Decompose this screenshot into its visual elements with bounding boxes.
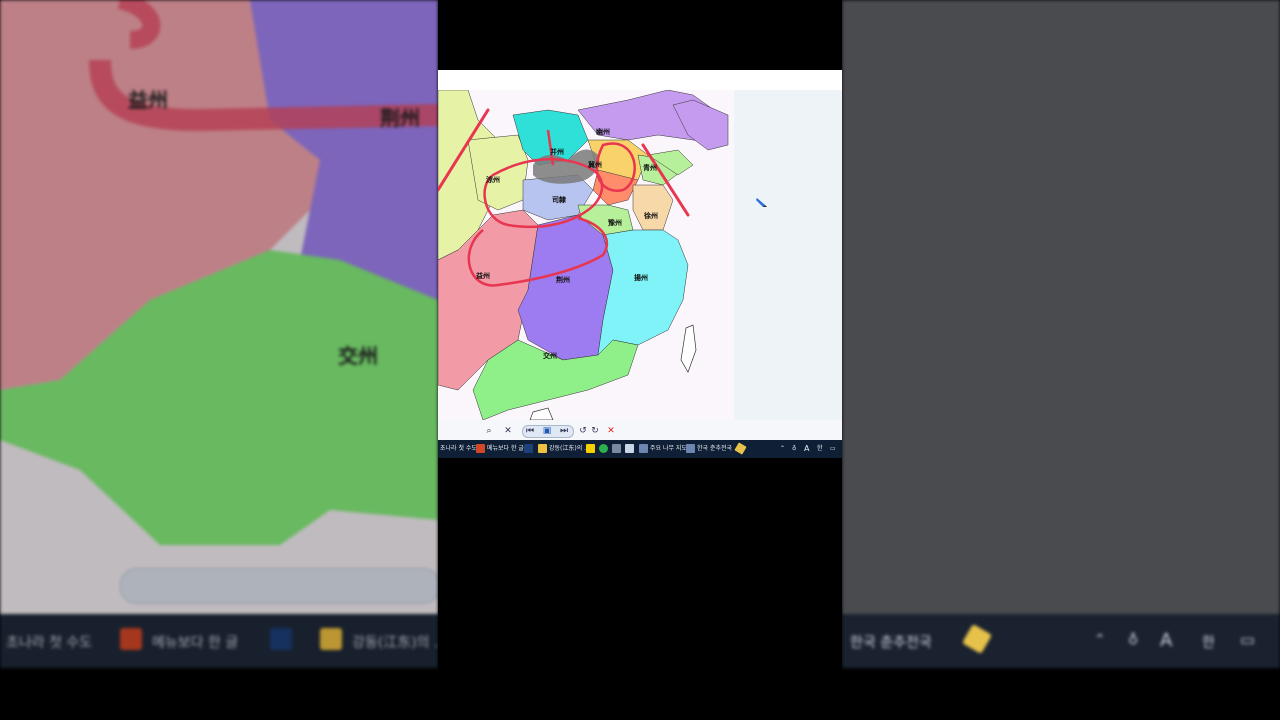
taskbar-item-folder[interactable]: 강동(江东)의 ... [549, 440, 590, 458]
blurred-background-left: 益州 荆州 交州 초나라 첫 수도 메뉴보다 한 글 강동(江东)의 ... [0, 0, 438, 668]
photoshop-icon[interactable] [524, 444, 533, 453]
chevron-up-icon[interactable]: ⌃ [780, 440, 785, 458]
previous-icon[interactable]: ⏮ [524, 424, 536, 438]
label-yizhou: 益州 [476, 271, 490, 280]
label-sili: 司隸 [552, 195, 567, 204]
network-icon[interactable]: ▭ [830, 440, 836, 458]
taskbar-item-window2[interactable]: 한국 춘추전국 [697, 440, 732, 458]
image-viewer-icon[interactable] [625, 444, 634, 453]
window-title-strip [438, 70, 842, 91]
lang-indicator[interactable]: 한 [817, 440, 823, 458]
pen-cursor-icon [756, 198, 767, 207]
blurred-ime-indicator: A [1160, 630, 1173, 651]
viewer-empty-area [734, 90, 842, 420]
blurred-network-icon: ▭ [1240, 630, 1256, 649]
blurred-taskbar-window2: 한국 춘추전국 [850, 635, 932, 651]
label-yuzhou: 豫州 [608, 218, 622, 227]
blurred-microphone-icon: ♁ [1128, 632, 1139, 648]
pen-icon[interactable] [734, 442, 747, 455]
blurred-background-right: 한국 춘추전국 ⌃ ♁ A 한 ▭ [842, 0, 1280, 668]
chat-app-icon[interactable] [599, 444, 608, 453]
region-yangzhou [597, 229, 689, 356]
document-icon[interactable] [612, 444, 621, 453]
rotate-left-icon[interactable]: ↺ [578, 424, 588, 438]
china-map: 幽州 并州 涼州 冀州 青州 司隸 豫州 徐州 益州 荆州 揚州 交州 [438, 89, 729, 421]
taskbar-item-ppt[interactable]: 메뉴보다 한 글 [487, 440, 524, 458]
delete-icon[interactable]: ✕ [606, 424, 616, 438]
microphone-icon[interactable]: ♁ [792, 440, 796, 458]
label-jiaozhou: 交州 [543, 351, 557, 360]
taskbar-item-window1[interactable]: 주요 나무 지도 [650, 440, 687, 458]
ime-indicator[interactable]: A [804, 440, 809, 458]
label-jingzhou: 荆州 [556, 275, 570, 284]
taskbar: 초나라 첫 수도 메뉴보다 한 글 강동(江东)의 ... 주요 나무 지도 한… [438, 440, 842, 458]
taskbar-item-first-capital[interactable]: 초나라 첫 수도 [440, 440, 477, 458]
window2-icon[interactable] [686, 444, 695, 453]
blurred-lang-indicator: 한 [1202, 635, 1215, 651]
label-qingzhou: 青州 [643, 163, 657, 172]
screen-capture: 幽州 并州 涼州 冀州 青州 司隸 豫州 徐州 益州 荆州 揚州 交州 ⌕ ✕ … [438, 70, 842, 458]
window1-icon[interactable] [639, 444, 648, 453]
folder-icon[interactable] [538, 444, 547, 453]
viewer-controls: ⌕ ✕ ⏮ ▣ ⏭ ↺ ↻ ✕ [474, 424, 624, 438]
next-icon[interactable]: ⏭ [558, 424, 570, 438]
map-image: 幽州 并州 涼州 冀州 青州 司隸 豫州 徐州 益州 荆州 揚州 交州 [438, 89, 734, 421]
rotate-right-icon[interactable]: ↻ [590, 424, 600, 438]
label-jizhou: 冀州 [588, 160, 602, 169]
slideshow-icon[interactable]: ▣ [540, 424, 554, 438]
island-hainan [529, 407, 554, 421]
sticky-notes-icon[interactable] [586, 444, 595, 453]
label-yangzhou: 揚州 [634, 273, 648, 282]
label-bingzhou: 并州 [550, 147, 564, 156]
powerpoint-icon[interactable] [476, 444, 485, 453]
blurred-chevron-up-icon: ⌃ [1094, 632, 1106, 648]
label-liangzhou: 涼州 [486, 175, 500, 184]
zoom-icon[interactable]: ⌕ [482, 424, 496, 438]
fit-window-icon[interactable]: ✕ [502, 424, 514, 438]
island-taiwan [680, 324, 697, 373]
region-xuzhou [632, 184, 674, 231]
label-xuzhou: 徐州 [643, 211, 658, 220]
label-youzhou: 幽州 [596, 127, 610, 136]
